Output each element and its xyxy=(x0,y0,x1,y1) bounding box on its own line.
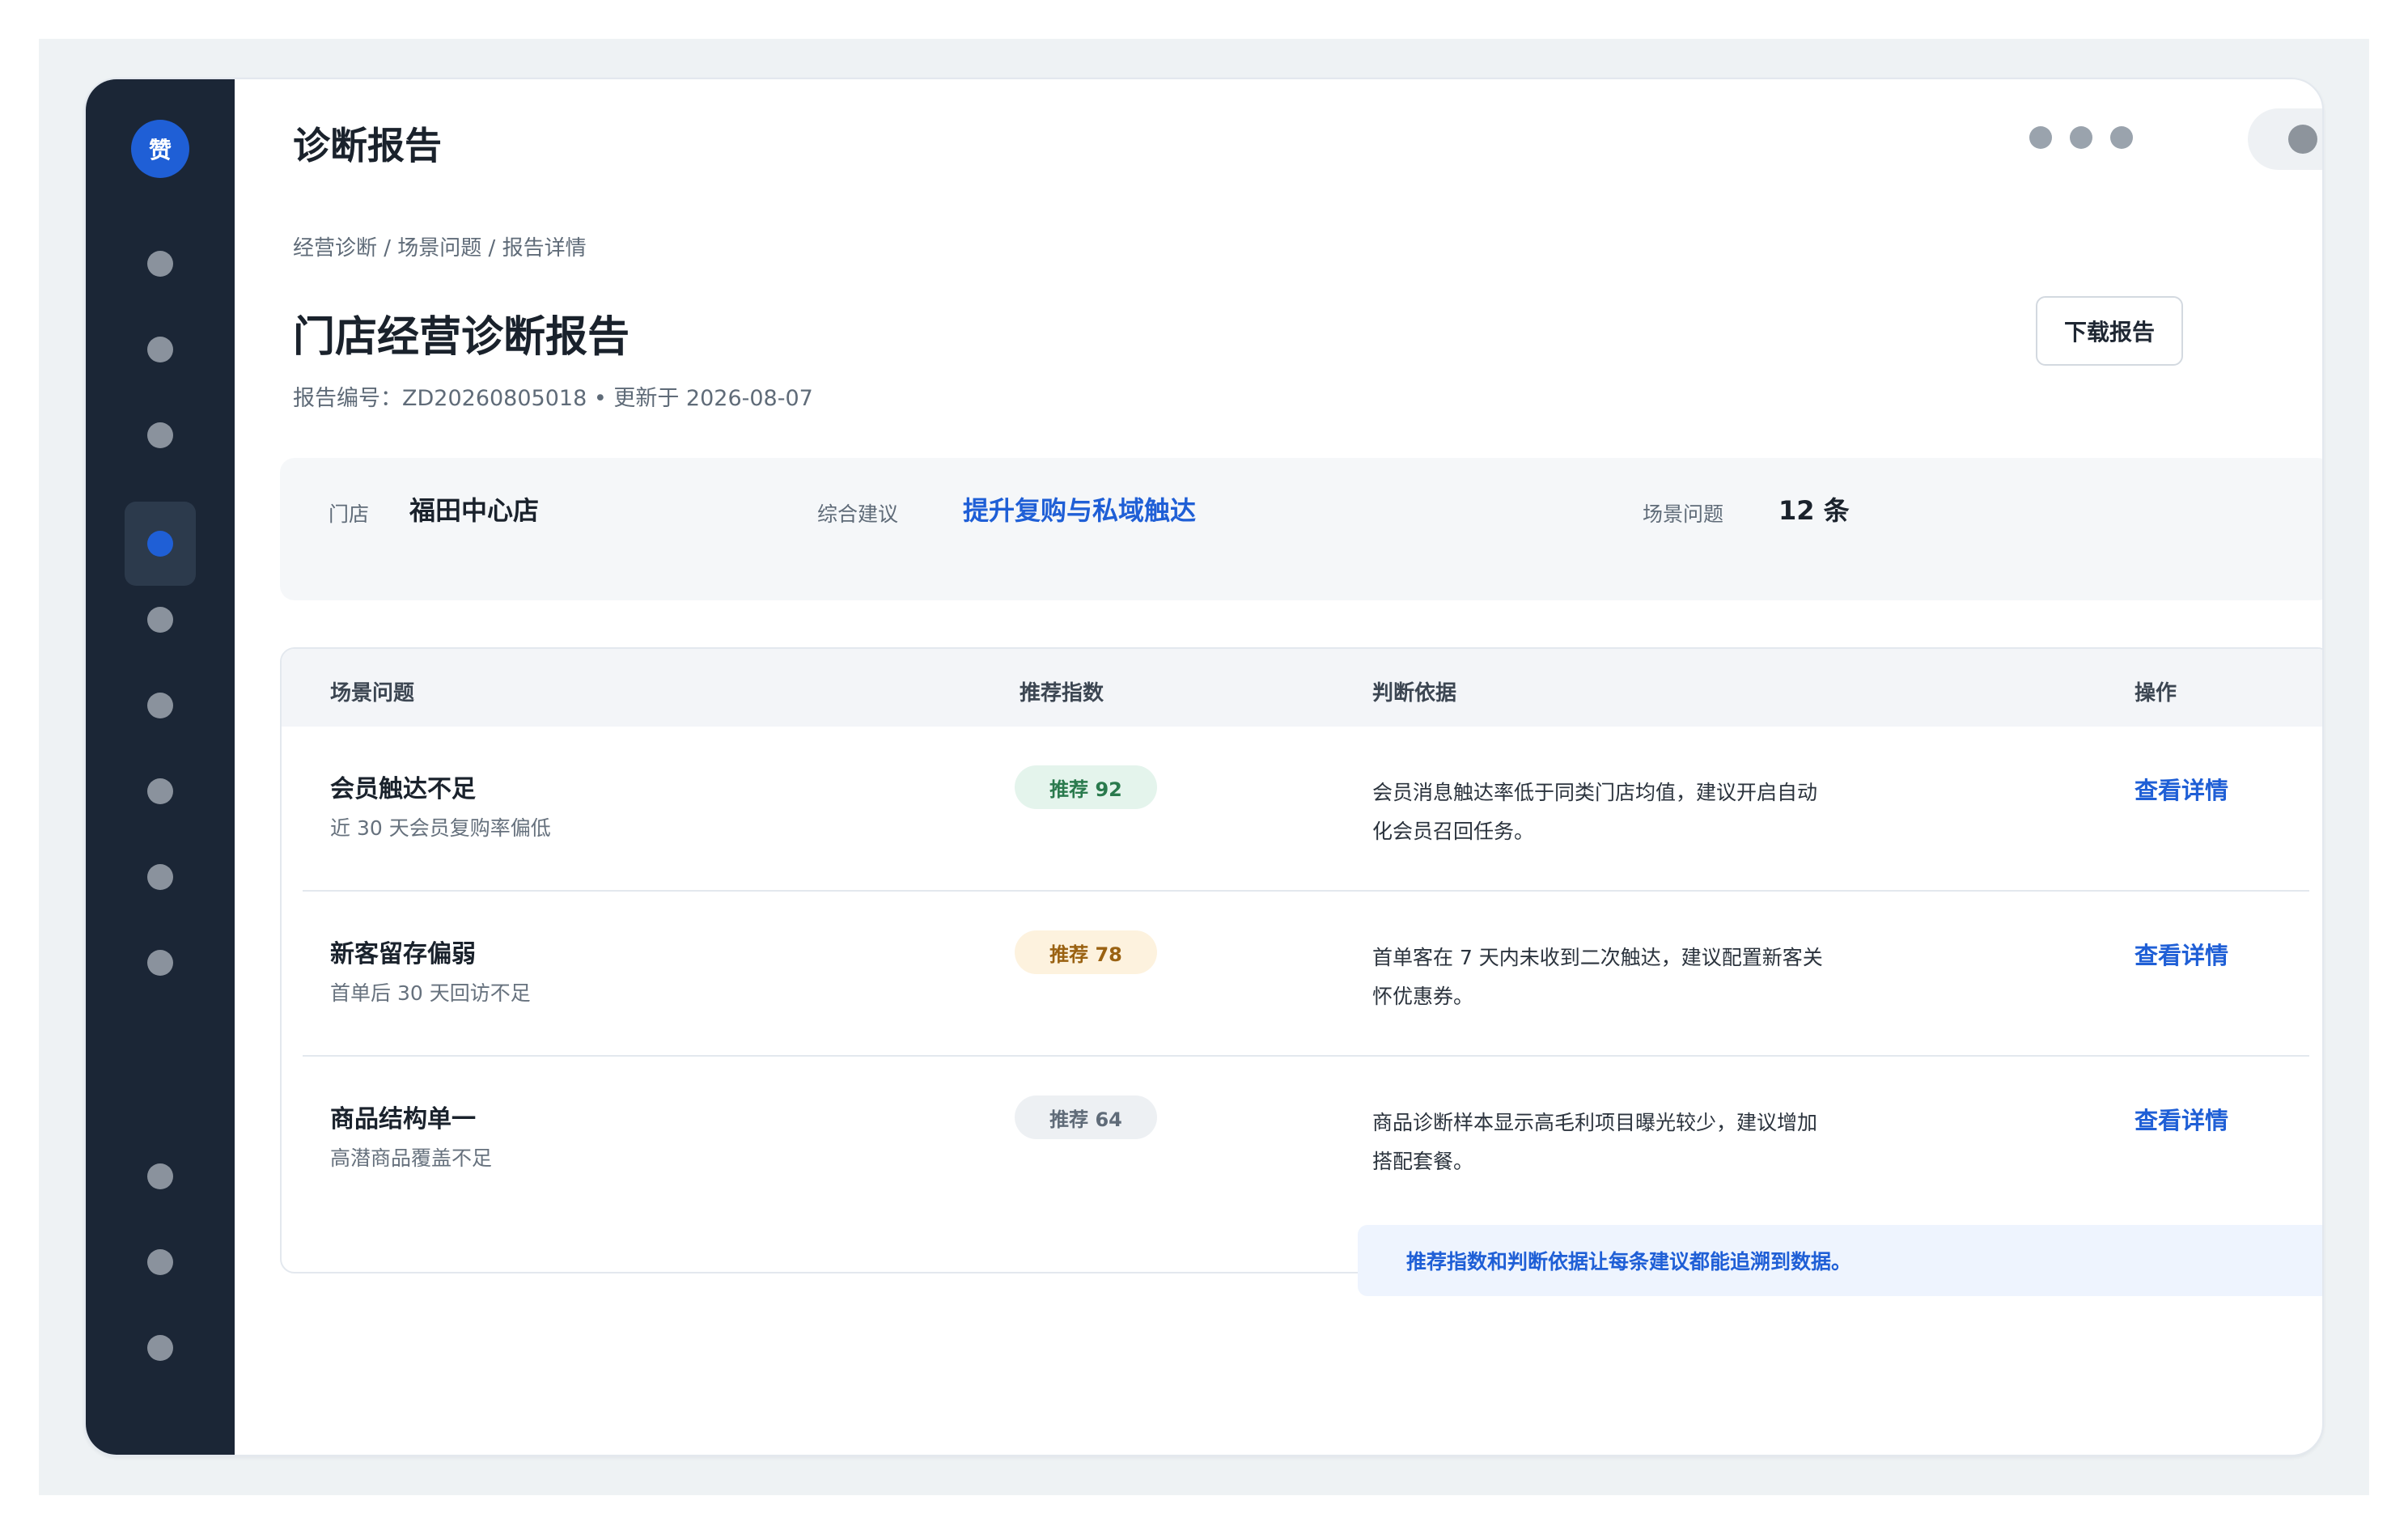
sidebar-item-9-icon[interactable] xyxy=(147,950,173,976)
score-badge: 推荐 78 xyxy=(1015,930,1157,974)
sidebar-item-1-icon[interactable] xyxy=(147,251,173,277)
sidebar-item-active[interactable] xyxy=(125,502,196,586)
basis-text: 会员消息触达率低于同类门店均值，建议开启自动化会员召回任务。 xyxy=(1372,781,1818,843)
app-window: 赞 诊断报告 经营诊断 / 场景问题 / 报告详情 门店经营诊断报告 报告编号：… xyxy=(84,78,2324,1456)
advice-label: 综合建议 xyxy=(817,502,899,526)
issue-subtitle: 首单后 30 天回访不足 xyxy=(330,981,531,1005)
table-header: 场景问题 推荐指数 判断依据 操作 xyxy=(282,649,2322,727)
sidebar-item-10-icon[interactable] xyxy=(147,1163,173,1189)
store-value: 福田中心店 xyxy=(409,495,540,526)
sidebar-item-5-icon[interactable] xyxy=(147,607,173,633)
report-meta: 报告编号：ZD20260805018 • 更新于 2026-08-07 xyxy=(293,386,813,411)
issues-label: 场景问题 xyxy=(1643,502,1724,526)
table-row: 新客留存偏弱 首单后 30 天回访不足 推荐 78 首单客在 7 天内未收到二次… xyxy=(282,892,2322,1057)
toolbar-dot-icon[interactable] xyxy=(2029,126,2052,149)
basis-text: 商品诊断样本显示高毛利项目曝光较少，建议增加搭配套餐。 xyxy=(1372,1111,1818,1173)
sidebar-item-4-icon xyxy=(147,531,173,557)
column-header-issue: 场景问题 xyxy=(330,681,415,706)
table-row: 商品结构单一 高潜商品覆盖不足 推荐 64 商品诊断样本显示高毛利项目曝光较少，… xyxy=(282,1057,2322,1222)
score-badge: 推荐 64 xyxy=(1015,1095,1157,1139)
issue-name: 新客留存偏弱 xyxy=(330,940,476,968)
page-title: 诊断报告 xyxy=(293,124,442,167)
avatar xyxy=(2288,125,2317,154)
issue-name: 商品结构单一 xyxy=(330,1105,476,1134)
main-content: 诊断报告 经营诊断 / 场景问题 / 报告详情 门店经营诊断报告 报告编号：ZD… xyxy=(235,79,2322,1455)
table-row: 会员触达不足 近 30 天会员复购率偏低 推荐 92 会员消息触达率低于同类门店… xyxy=(282,727,2322,892)
user-toggle[interactable] xyxy=(2248,108,2322,170)
sidebar-item-2-icon[interactable] xyxy=(147,337,173,362)
column-header-action: 操作 xyxy=(2135,681,2177,706)
sidebar-item-3-icon[interactable] xyxy=(147,422,173,448)
sidebar-item-6-icon[interactable] xyxy=(147,693,173,718)
advice-value: 提升复购与私域触达 xyxy=(963,495,1197,526)
sidebar: 赞 xyxy=(86,79,235,1455)
brand-logo[interactable]: 赞 xyxy=(131,120,189,178)
column-header-score: 推荐指数 xyxy=(1020,681,1104,706)
score-badge: 推荐 92 xyxy=(1015,765,1157,809)
issue-subtitle: 近 30 天会员复购率偏低 xyxy=(330,816,551,840)
basis-text: 首单客在 7 天内未收到二次触达，建议配置新客关怀优惠券。 xyxy=(1372,946,1823,1008)
report-title: 门店经营诊断报告 xyxy=(293,313,630,362)
sidebar-item-12-icon[interactable] xyxy=(147,1335,173,1361)
download-report-button[interactable]: 下载报告 xyxy=(2036,296,2183,366)
info-note: 推荐指数和判断依据让每条建议都能追溯到数据。 xyxy=(1358,1225,2322,1296)
sidebar-item-7-icon[interactable] xyxy=(147,778,173,804)
summary-panel: 门店 福田中心店 综合建议 提升复购与私域触达 场景问题 12 条 xyxy=(280,458,2322,600)
view-details-link[interactable]: 查看详情 xyxy=(2135,772,2228,806)
view-details-link[interactable]: 查看详情 xyxy=(2135,937,2228,971)
issue-subtitle: 高潜商品覆盖不足 xyxy=(330,1146,493,1170)
issue-name: 会员触达不足 xyxy=(330,775,476,803)
column-header-basis: 判断依据 xyxy=(1372,681,1457,706)
toolbar-dot-icon[interactable] xyxy=(2110,126,2133,149)
sidebar-item-8-icon[interactable] xyxy=(147,864,173,890)
toolbar-dot-icon[interactable] xyxy=(2070,126,2092,149)
store-label: 门店 xyxy=(329,502,370,526)
view-details-link[interactable]: 查看详情 xyxy=(2135,1102,2228,1136)
sidebar-item-11-icon[interactable] xyxy=(147,1249,173,1275)
issues-value: 12 条 xyxy=(1778,495,1850,526)
breadcrumb[interactable]: 经营诊断 / 场景问题 / 报告详情 xyxy=(293,231,587,261)
issues-table: 场景问题 推荐指数 判断依据 操作 会员触达不足 近 30 天会员复购率偏低 推… xyxy=(280,647,2322,1273)
